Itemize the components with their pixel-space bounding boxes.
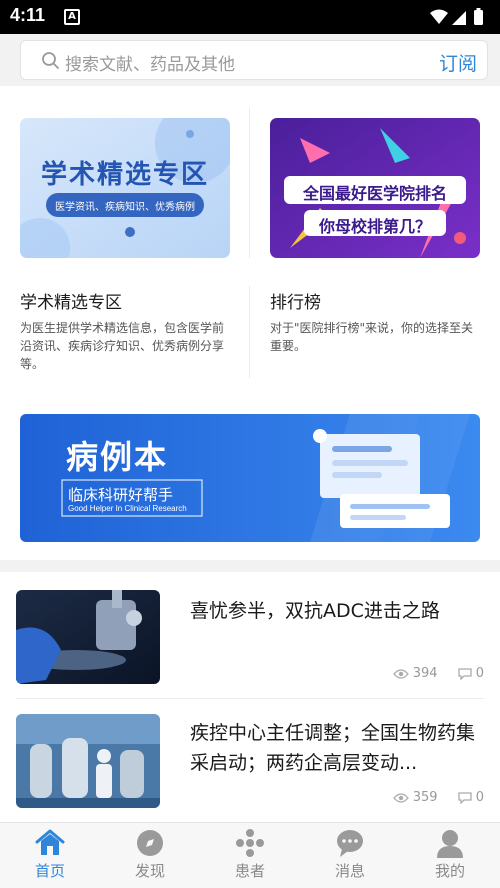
nav-label: 发现 <box>134 862 165 880</box>
nav-profile[interactable]: 我的 <box>400 823 500 888</box>
ranking-image-line2: 你母校排第几？ <box>318 217 431 236</box>
compass-icon <box>137 830 163 856</box>
notification-icon: A <box>64 9 80 25</box>
article-meta: 359 0 <box>377 790 484 805</box>
comment-icon <box>458 667 472 681</box>
eye-icon <box>392 668 409 679</box>
article-title: 喜忧参半，双抗ADC进击之路 <box>190 600 440 622</box>
comment-count: 0 <box>458 666 484 681</box>
list-item[interactable]: 喜忧参半，双抗ADC进击之路 394 0 <box>0 572 500 699</box>
card-ranking[interactable]: 全国最好医学院排名 你母校排第几？ 排行榜 对于"医院排行榜"来说，你的选择至关… <box>270 118 480 355</box>
academic-image-title: 学术精选专区 <box>40 160 209 190</box>
profile-icon <box>437 830 463 858</box>
article-list: 喜忧参半，双抗ADC进击之路 394 0 疾控中心主任调整；全国生物药集采启动；… <box>0 572 500 822</box>
article-title: 疾控中心主任调整；全国生物药集采启动；两药企高层变动... <box>190 722 476 774</box>
search-input[interactable]: 搜索文献、药品及其他 订阅 <box>20 40 488 80</box>
status-time: 4:11 <box>10 5 46 25</box>
comment-icon <box>458 791 472 805</box>
banner-subtitle: 临床科研好帮手 <box>68 486 174 504</box>
nav-label: 消息 <box>334 862 365 880</box>
battery-icon <box>474 10 483 25</box>
search-header: 搜索文献、药品及其他 订阅 <box>0 34 500 86</box>
view-count-value: 394 <box>412 666 438 681</box>
status-icons <box>430 8 483 25</box>
comment-count: 0 <box>458 790 484 805</box>
comment-count-value: 0 <box>475 790 484 805</box>
ranking-image-line1: 全国最好医学院排名 <box>302 184 447 203</box>
article-meta: 394 0 <box>377 666 484 681</box>
nav-label: 首页 <box>34 862 65 880</box>
banner-title: 病例本 <box>66 438 169 476</box>
status-bar: 4:11 A <box>0 0 500 34</box>
nav-home[interactable]: 首页 <box>0 823 100 888</box>
banner-subtitle-en: Good Helper In Clinical Research <box>68 504 187 513</box>
academic-card-image[interactable]: 学术精选专区 医学资讯、疾病知识、优秀病例 <box>20 118 230 258</box>
card-description: 对于"医院排行榜"来说，你的选择至关重要。 <box>270 321 474 353</box>
view-count: 394 <box>392 666 438 681</box>
case-book-banner[interactable]: 病例本 临床科研好帮手 Good Helper In Clinical Rese… <box>20 414 480 542</box>
card-title: 学术精选专区 <box>20 293 122 313</box>
card-academic[interactable]: 学术精选专区 医学资讯、疾病知识、优秀病例 学术精选专区 为医生提供学术精选信息… <box>20 118 230 373</box>
comment-count-value: 0 <box>475 666 484 681</box>
signal-icon <box>452 11 466 25</box>
nav-label: 我的 <box>434 862 465 880</box>
academic-image-caption: 医学资讯、疾病知识、优秀病例 <box>55 202 195 213</box>
search-placeholder: 搜索文献、药品及其他 <box>65 55 235 75</box>
nav-discover[interactable]: 发现 <box>100 823 200 888</box>
wifi-icon <box>430 9 448 24</box>
message-icon <box>337 830 363 857</box>
search-icon <box>42 52 59 69</box>
list-item[interactable]: 疾控中心主任调整；全国生物药集采启动；两药企高层变动... 359 0 <box>0 698 500 822</box>
divider <box>249 108 250 258</box>
article-thumbnail[interactable] <box>16 590 160 684</box>
divider <box>249 286 250 378</box>
subscribe-button[interactable]: 订阅 <box>439 49 477 76</box>
nav-label: 患者 <box>234 862 265 880</box>
view-count-value: 359 <box>412 790 438 805</box>
bottom-nav: 首页 发现 患者 消息 我的 <box>0 822 500 888</box>
home-icon <box>35 829 65 855</box>
view-count: 359 <box>392 790 438 805</box>
nav-patients[interactable]: 患者 <box>200 823 300 888</box>
eye-icon <box>392 792 409 803</box>
card-description: 为医生提供学术精选信息，包含医学前沿资讯、疾病诊疗知识、优秀病例分享等。 <box>20 321 225 371</box>
feature-panel: 学术精选专区 医学资讯、疾病知识、优秀病例 学术精选专区 为医生提供学术精选信息… <box>0 86 500 560</box>
card-title: 排行榜 <box>270 293 321 313</box>
article-thumbnail[interactable] <box>16 714 160 808</box>
patients-icon <box>236 829 264 857</box>
nav-messages[interactable]: 消息 <box>300 823 400 888</box>
ranking-card-image[interactable]: 全国最好医学院排名 你母校排第几？ <box>270 118 480 258</box>
